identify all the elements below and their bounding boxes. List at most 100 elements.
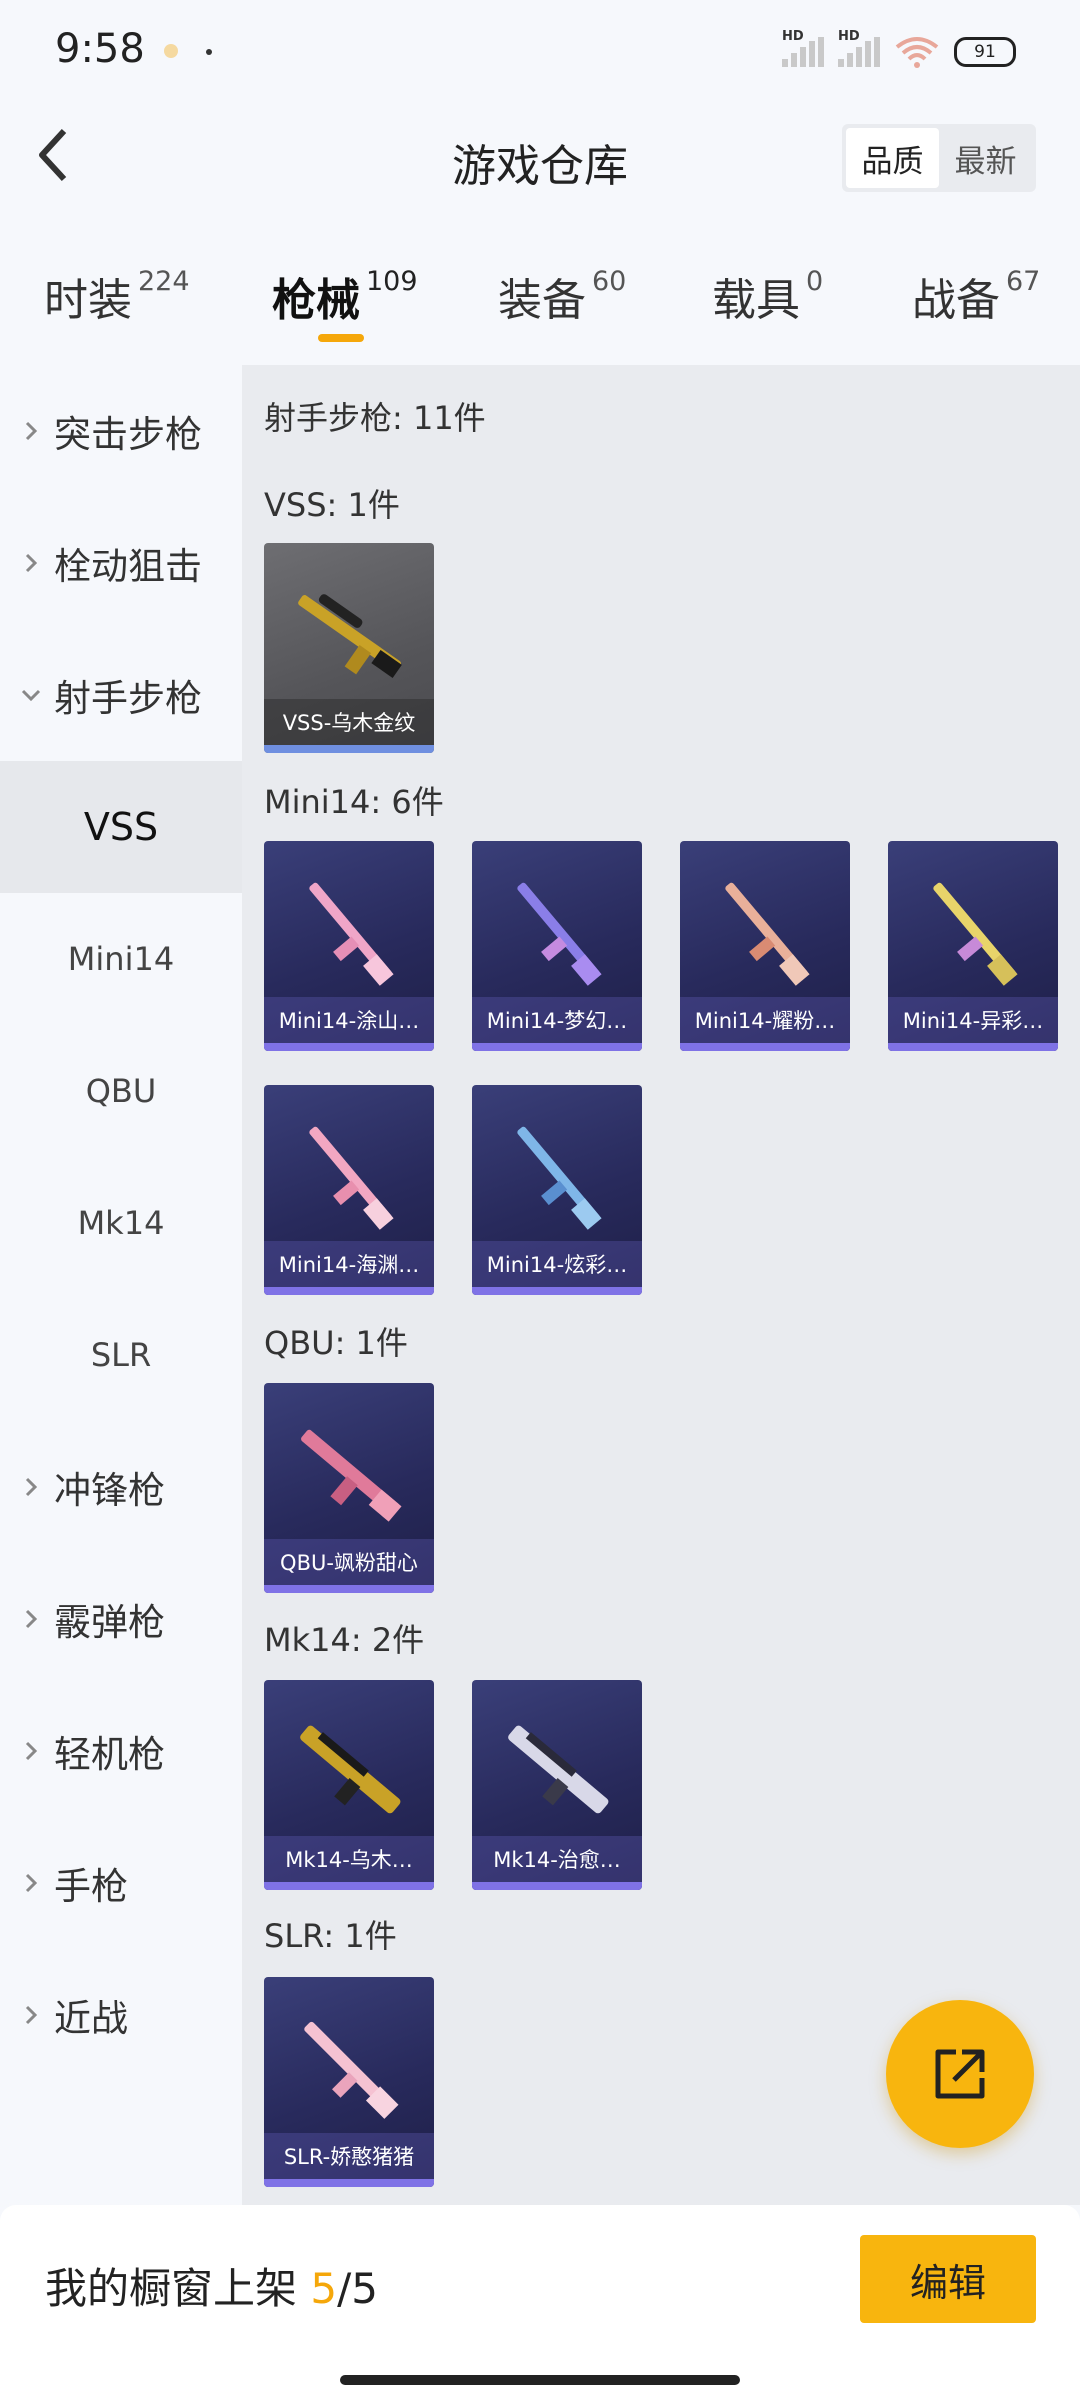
item-card-mini14[interactable]: Mini14-涂山… <box>264 841 434 1051</box>
sidebar-item-assault-rifle[interactable]: 突击步枪 <box>0 365 242 497</box>
sidebar-item-label: 栓动狙击 <box>54 545 202 588</box>
header: 游戏仓库 品质 最新 <box>0 100 1080 215</box>
category-tabs: 时装 224 枪械 109 装备 60 载具 0 战备 67 <box>0 250 1080 365</box>
tab-label: 战备 <box>912 275 1000 326</box>
status-icons: HD HD 91 <box>782 29 1016 74</box>
item-card-mk14[interactable]: Mk14-治愈… <box>472 1680 642 1890</box>
signal-icon: HD <box>782 29 824 67</box>
item-card-mini14[interactable]: Mini14-海渊… <box>264 1085 434 1295</box>
sidebar-item-shotgun[interactable]: 霰弹枪 <box>0 1553 242 1685</box>
share-button[interactable] <box>886 2000 1034 2148</box>
group-title-mk14: Mk14: 2件 <box>264 1621 425 1659</box>
tab-fashion[interactable]: 时装 224 <box>44 264 190 328</box>
status-time: 9:58 <box>55 26 145 72</box>
item-grid[interactable]: 射手步枪: 11件 VSS: 1件 VSS-乌木金纹 Mini14: 6件 Mi… <box>242 365 1080 2205</box>
rifle-icon <box>309 882 394 986</box>
back-button[interactable] <box>24 125 84 185</box>
item-card-qbu[interactable]: QBU-飒粉甜心 <box>264 1383 434 1593</box>
item-card-label: Mini14-海渊… <box>264 1241 434 1287</box>
rarity-bar <box>264 2179 434 2187</box>
sort-toggle: 品质 最新 <box>842 124 1036 192</box>
item-card-label: SLR-娇憨猪猪 <box>264 2133 434 2179</box>
rifle-icon <box>933 882 1018 986</box>
sidebar-sub-vss[interactable]: VSS <box>0 761 242 893</box>
sidebar-sub-mk14[interactable]: Mk14 <box>0 1157 242 1289</box>
rarity-bar <box>264 1043 434 1051</box>
rifle-icon <box>508 1725 609 1814</box>
tab-label: 时装 <box>44 275 132 326</box>
rifle-icon <box>309 1126 394 1230</box>
chevron-right-icon <box>20 1872 42 1894</box>
sort-quality-option[interactable]: 品质 <box>846 128 939 188</box>
group-title-vss: VSS: 1件 <box>264 486 400 524</box>
sidebar-item-lmg[interactable]: 轻机枪 <box>0 1685 242 1817</box>
sidebar-item-melee[interactable]: 近战 <box>0 1949 242 2081</box>
sidebar-item-label: 手枪 <box>54 1865 128 1908</box>
tab-battle-gear[interactable]: 战备 67 <box>912 264 1040 328</box>
item-card-slr[interactable]: SLR-娇憨猪猪 <box>264 1977 434 2187</box>
item-card-mini14[interactable]: Mini14-异彩… <box>888 841 1058 1051</box>
sidebar-item-bolt-sniper[interactable]: 栓动狙击 <box>0 497 242 629</box>
edit-button[interactable]: 编辑 <box>860 2235 1036 2323</box>
item-card-label: Mk14-乌木… <box>264 1836 434 1882</box>
sidebar-sub-qbu[interactable]: QBU <box>0 1025 242 1157</box>
chevron-right-icon <box>20 1608 42 1630</box>
tab-count: 224 <box>138 266 190 297</box>
rarity-bar <box>472 1287 642 1295</box>
signal-icon-2: HD <box>838 29 880 67</box>
status-bar: 9:58 HD HD 91 <box>0 0 1080 100</box>
item-card-label: Mini14-炫彩… <box>472 1241 642 1287</box>
chevron-right-icon <box>20 1740 42 1762</box>
sidebar-item-smg[interactable]: 冲锋枪 <box>0 1421 242 1553</box>
sidebar-item-label: 射手步枪 <box>54 677 202 720</box>
rarity-bar <box>472 1043 642 1051</box>
battery-icon: 91 <box>954 37 1016 67</box>
tab-guns[interactable]: 枪械 109 <box>272 264 418 328</box>
sidebar-item-label: 冲锋枪 <box>54 1469 165 1512</box>
sidebar-item-label: 轻机枪 <box>54 1733 165 1776</box>
home-indicator[interactable] <box>340 2375 740 2385</box>
item-card-mini14[interactable]: Mini14-炫彩… <box>472 1085 642 1295</box>
tab-count: 109 <box>366 266 418 297</box>
chevron-right-icon <box>20 2004 42 2026</box>
chevron-right-icon <box>20 552 42 574</box>
rarity-bar <box>888 1043 1058 1051</box>
rifle-icon <box>298 594 402 678</box>
item-card-vss[interactable]: VSS-乌木金纹 <box>264 543 434 753</box>
rifle-icon <box>725 882 810 986</box>
notification-dot-icon <box>164 44 178 58</box>
rifle-icon <box>304 2021 399 2119</box>
sidebar-sub-slr[interactable]: SLR <box>0 1289 242 1421</box>
showcase-current-count: 5 <box>310 2264 338 2313</box>
sidebar-item-label: 突击步枪 <box>54 413 202 456</box>
sort-newest-option[interactable]: 最新 <box>939 128 1032 188</box>
item-card-mini14[interactable]: Mini14-梦幻… <box>472 841 642 1051</box>
tab-vehicles[interactable]: 载具 0 <box>712 264 823 328</box>
chevron-down-icon <box>20 688 42 702</box>
hd-label: HD <box>782 29 804 44</box>
wifi-icon <box>895 37 939 68</box>
rifle-icon <box>517 882 602 986</box>
group-title-qbu: QBU: 1件 <box>264 1324 408 1362</box>
group-title-slr: SLR: 1件 <box>264 1917 397 1955</box>
tab-equipment[interactable]: 装备 60 <box>498 264 626 328</box>
tab-label: 载具 <box>712 275 800 326</box>
item-card-mk14[interactable]: Mk14-乌木… <box>264 1680 434 1890</box>
rarity-bar <box>264 1585 434 1593</box>
item-card-label: Mini14-异彩… <box>888 997 1058 1043</box>
bottom-bar: 我的橱窗上架 5/5 编辑 <box>0 2205 1080 2400</box>
category-title: 射手步枪: 11件 <box>264 399 486 437</box>
sidebar-item-pistol[interactable]: 手枪 <box>0 1817 242 1949</box>
showcase-total-count: /5 <box>337 2264 378 2313</box>
share-external-icon <box>935 2049 985 2099</box>
sidebar-item-label: 近战 <box>54 1997 128 2040</box>
rarity-bar <box>264 1882 434 1890</box>
active-tab-indicator <box>318 334 364 342</box>
item-card-mini14[interactable]: Mini14-耀粉… <box>680 841 850 1051</box>
back-arrow-icon <box>39 128 67 182</box>
sidebar-sub-mini14[interactable]: Mini14 <box>0 893 242 1025</box>
sidebar-item-marksman-rifle[interactable]: 射手步枪 <box>0 629 242 761</box>
rarity-bar <box>472 1882 642 1890</box>
rarity-bar <box>264 1287 434 1295</box>
chevron-right-icon <box>20 420 42 442</box>
